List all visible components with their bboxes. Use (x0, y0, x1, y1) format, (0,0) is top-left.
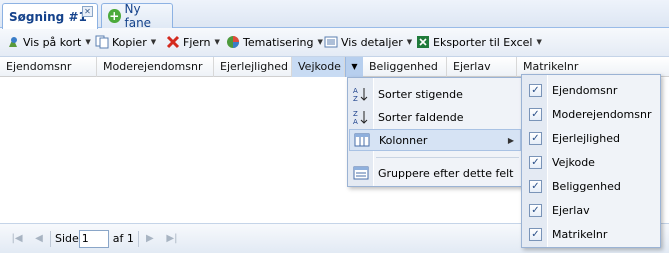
copy-icon (95, 35, 109, 49)
remove-label: Fjern (183, 35, 211, 49)
sort-desc-label: Sorter faldende (378, 110, 464, 124)
column-toggle-item[interactable]: ✓ Ejendomsnr (522, 79, 660, 101)
group-by-icon (353, 165, 369, 181)
chevron-down-icon: ▼ (406, 38, 413, 46)
toolbar: Vis på kort ▼ Kopier ▼ Fjern ▼ Tematiser… (0, 28, 669, 57)
checkbox[interactable]: ✓ (529, 83, 542, 97)
chevron-down-icon: ▼ (317, 38, 323, 46)
page-number-input[interactable]: 1 (78, 229, 109, 248)
thematize-button[interactable]: Tematisering ▼ (226, 33, 323, 51)
show-details-button[interactable]: Vis detaljer ▼ (324, 33, 412, 51)
columns-label: Kolonner (379, 133, 428, 147)
first-page-icon[interactable]: |◀ (10, 232, 24, 246)
delete-x-icon (166, 35, 180, 49)
column-toggle-label: Matrikelnr (552, 227, 608, 241)
next-page-icon[interactable]: ▶ (143, 232, 157, 246)
export-excel-button[interactable]: Eksporter til Excel ▼ (416, 33, 542, 51)
group-by-label: Gruppere efter dette felt (378, 166, 514, 180)
svg-text:Z: Z (353, 110, 358, 118)
prev-page-icon[interactable]: ◀ (32, 232, 46, 246)
show-details-label: Vis detaljer (341, 35, 403, 49)
column-toggle-item[interactable]: ✓ Beliggenhed (522, 175, 660, 197)
tab-label: Søgning #1 (9, 9, 87, 24)
tab-strip: Søgning #1 ✕ + Ny fane (0, 0, 669, 30)
chevron-down-icon: ▼ (536, 38, 542, 46)
details-list-icon (324, 35, 338, 49)
map-pin-icon (6, 35, 20, 49)
page-label: Side (55, 232, 79, 245)
menu-separator (376, 157, 519, 158)
remove-button[interactable]: Fjern ▼ (166, 33, 220, 51)
column-header-ejerlav[interactable]: Ejerlav (447, 57, 517, 77)
svg-text:A: A (353, 118, 358, 125)
menu-item-sort-desc[interactable]: ZA Sorter faldende (348, 106, 522, 128)
chevron-right-icon: ▶ (507, 135, 514, 145)
pie-chart-icon (226, 35, 240, 49)
column-toggle-label: Vejkode (552, 155, 595, 169)
checkbox[interactable]: ✓ (529, 203, 542, 217)
column-header-vejkode[interactable]: Vejkode (292, 57, 345, 77)
checkbox[interactable]: ✓ (529, 107, 542, 121)
column-menu-trigger[interactable]: ▼ (345, 57, 363, 77)
copy-label: Kopier (112, 35, 147, 49)
column-toggle-label: Beliggenhed (552, 179, 621, 193)
export-excel-label: Eksporter til Excel (433, 35, 533, 49)
svg-text:Z: Z (353, 95, 358, 102)
column-header-ejerlejlighed[interactable]: Ejerlejlighed (214, 57, 292, 77)
columns-submenu: ✓ Ejendomsnr ✓ Moderejendomsnr ✓ Ejerlejlighe… (521, 74, 661, 248)
chevron-down-icon: ▼ (85, 38, 91, 46)
separator (50, 230, 51, 247)
separator (137, 230, 139, 247)
page-count-label: af 1 (112, 232, 134, 245)
tab-new-label: Ny fane (124, 2, 152, 30)
column-toggle-item[interactable]: ✓ Moderejendomsnr (522, 103, 660, 125)
sort-asc-label: Sorter stigende (378, 87, 463, 101)
tab-new[interactable]: + Ny fane (101, 2, 173, 30)
checkbox[interactable]: ✓ (529, 179, 542, 193)
menu-item-sort-asc[interactable]: AZ Sorter stigende (348, 83, 522, 105)
chevron-down-icon: ▼ (351, 62, 358, 71)
column-context-menu: AZ Sorter stigende ZA Sorter faldende Ko… (347, 77, 523, 187)
column-toggle-label: Ejerlav (552, 203, 590, 217)
checkbox[interactable]: ✓ (529, 155, 542, 169)
close-icon[interactable]: ✕ (82, 6, 93, 17)
checkbox[interactable]: ✓ (529, 227, 542, 241)
menu-item-group-by[interactable]: Gruppere efter dette felt (348, 162, 522, 184)
thematize-label: Tematisering (243, 35, 314, 49)
column-toggle-label: Ejendomsnr (552, 83, 618, 97)
excel-icon (416, 35, 430, 49)
column-toggle-item[interactable]: ✓ Ejerlav (522, 199, 660, 221)
column-toggle-item[interactable]: ✓ Vejkode (522, 151, 660, 173)
sort-descending-icon: ZA (353, 109, 369, 126)
plus-icon: + (108, 9, 121, 23)
column-toggle-item[interactable]: ✓ Ejerlejlighed (522, 127, 660, 149)
column-header-beliggenhed[interactable]: Beliggenhed (363, 57, 447, 77)
svg-text:A: A (353, 87, 358, 95)
columns-icon (354, 132, 370, 148)
copy-button[interactable]: Kopier ▼ (95, 33, 156, 51)
column-header-moderejendomsnr[interactable]: Moderejendomsnr (97, 57, 214, 77)
show-on-map-button[interactable]: Vis på kort ▼ (6, 33, 91, 51)
sort-ascending-icon: AZ (353, 86, 369, 103)
chevron-down-icon: ▼ (214, 38, 220, 46)
checkbox[interactable]: ✓ (529, 131, 542, 145)
column-toggle-item[interactable]: ✓ Matrikelnr (522, 223, 660, 245)
chevron-down-icon: ▼ (150, 38, 157, 46)
column-toggle-label: Ejerlejlighed (552, 131, 620, 145)
show-on-map-label: Vis på kort (23, 35, 82, 49)
column-header-ejendomsnr[interactable]: Ejendomsnr (0, 57, 97, 77)
column-toggle-label: Moderejendomsnr (552, 107, 652, 121)
tab-search-1[interactable]: Søgning #1 ✕ (2, 3, 98, 29)
menu-item-columns[interactable]: Kolonner ▶ (349, 129, 521, 151)
last-page-icon[interactable]: ▶| (165, 232, 179, 246)
